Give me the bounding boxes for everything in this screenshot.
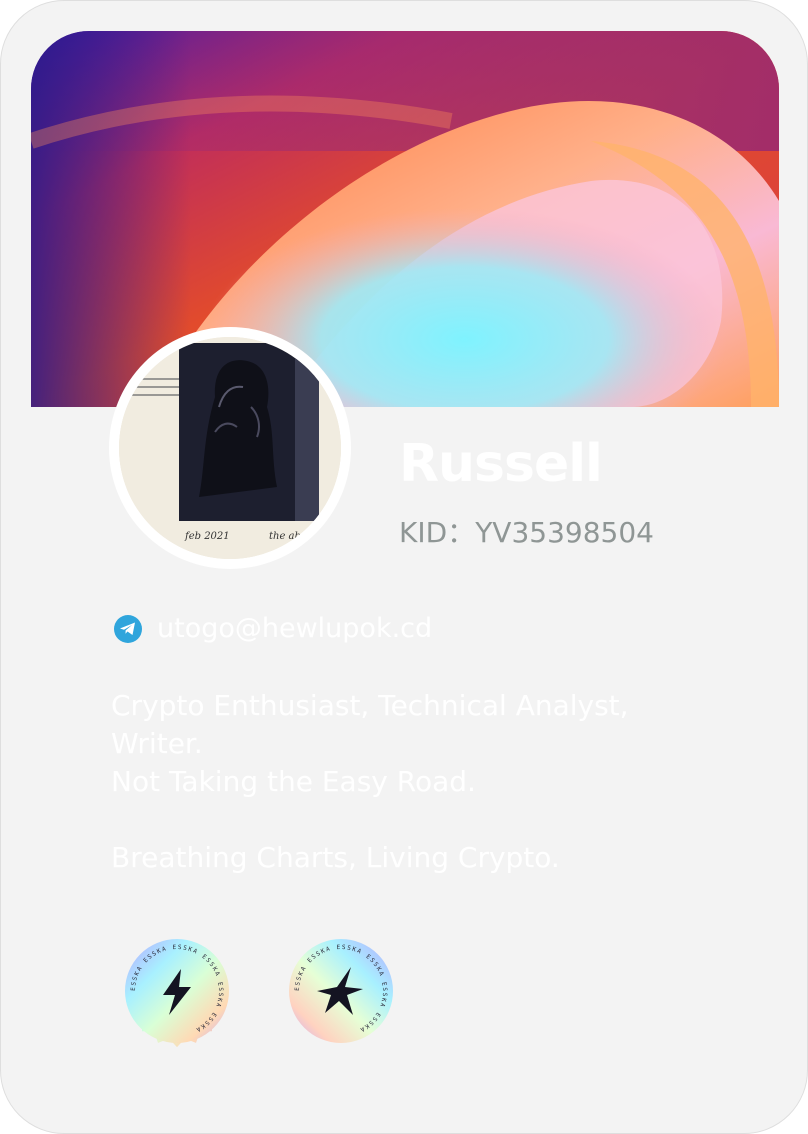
email-link[interactable]: utogo@hewlupok.cd <box>157 611 432 647</box>
bio-line <box>111 801 671 839</box>
profile-card: feb 2021 the abyss Russell KID：YV3539850… <box>0 0 808 1134</box>
bio-line: Not Taking the Easy Road. <box>111 765 476 798</box>
avatar-frame: feb 2021 the abyss <box>109 327 351 569</box>
avatar-caption-right: the abyss <box>269 531 317 542</box>
bio: Crypto Enthusiast, Technical Analyst, Wr… <box>111 687 671 877</box>
username: Russell <box>399 434 603 494</box>
kid-label: KID： <box>399 516 476 549</box>
bio-line: Crypto Enthusiast, Technical Analyst, <box>111 689 629 722</box>
bio-line: Breathing Charts, Living Crypto. <box>111 841 560 874</box>
avatar-caption-left: feb 2021 <box>184 531 230 542</box>
kid-value: YV35398504 <box>475 516 654 549</box>
lightning-badge[interactable]: ESSKA ESSKA ESSKA ESSKA ESSKA ESSKA <box>111 925 243 1057</box>
star-badge[interactable]: ESSKA ESSKA ESSKA ESSKA ESSKA ESSKA <box>275 925 407 1057</box>
cover-banner <box>31 31 779 407</box>
bio-line: Writer. <box>111 727 203 760</box>
avatar[interactable]: feb 2021 the abyss <box>119 337 341 559</box>
telegram-icon <box>114 615 142 643</box>
telegram-contact[interactable]: utogo@hewlupok.cd <box>113 611 432 647</box>
kid-id: KID：YV35398504 <box>399 513 654 553</box>
